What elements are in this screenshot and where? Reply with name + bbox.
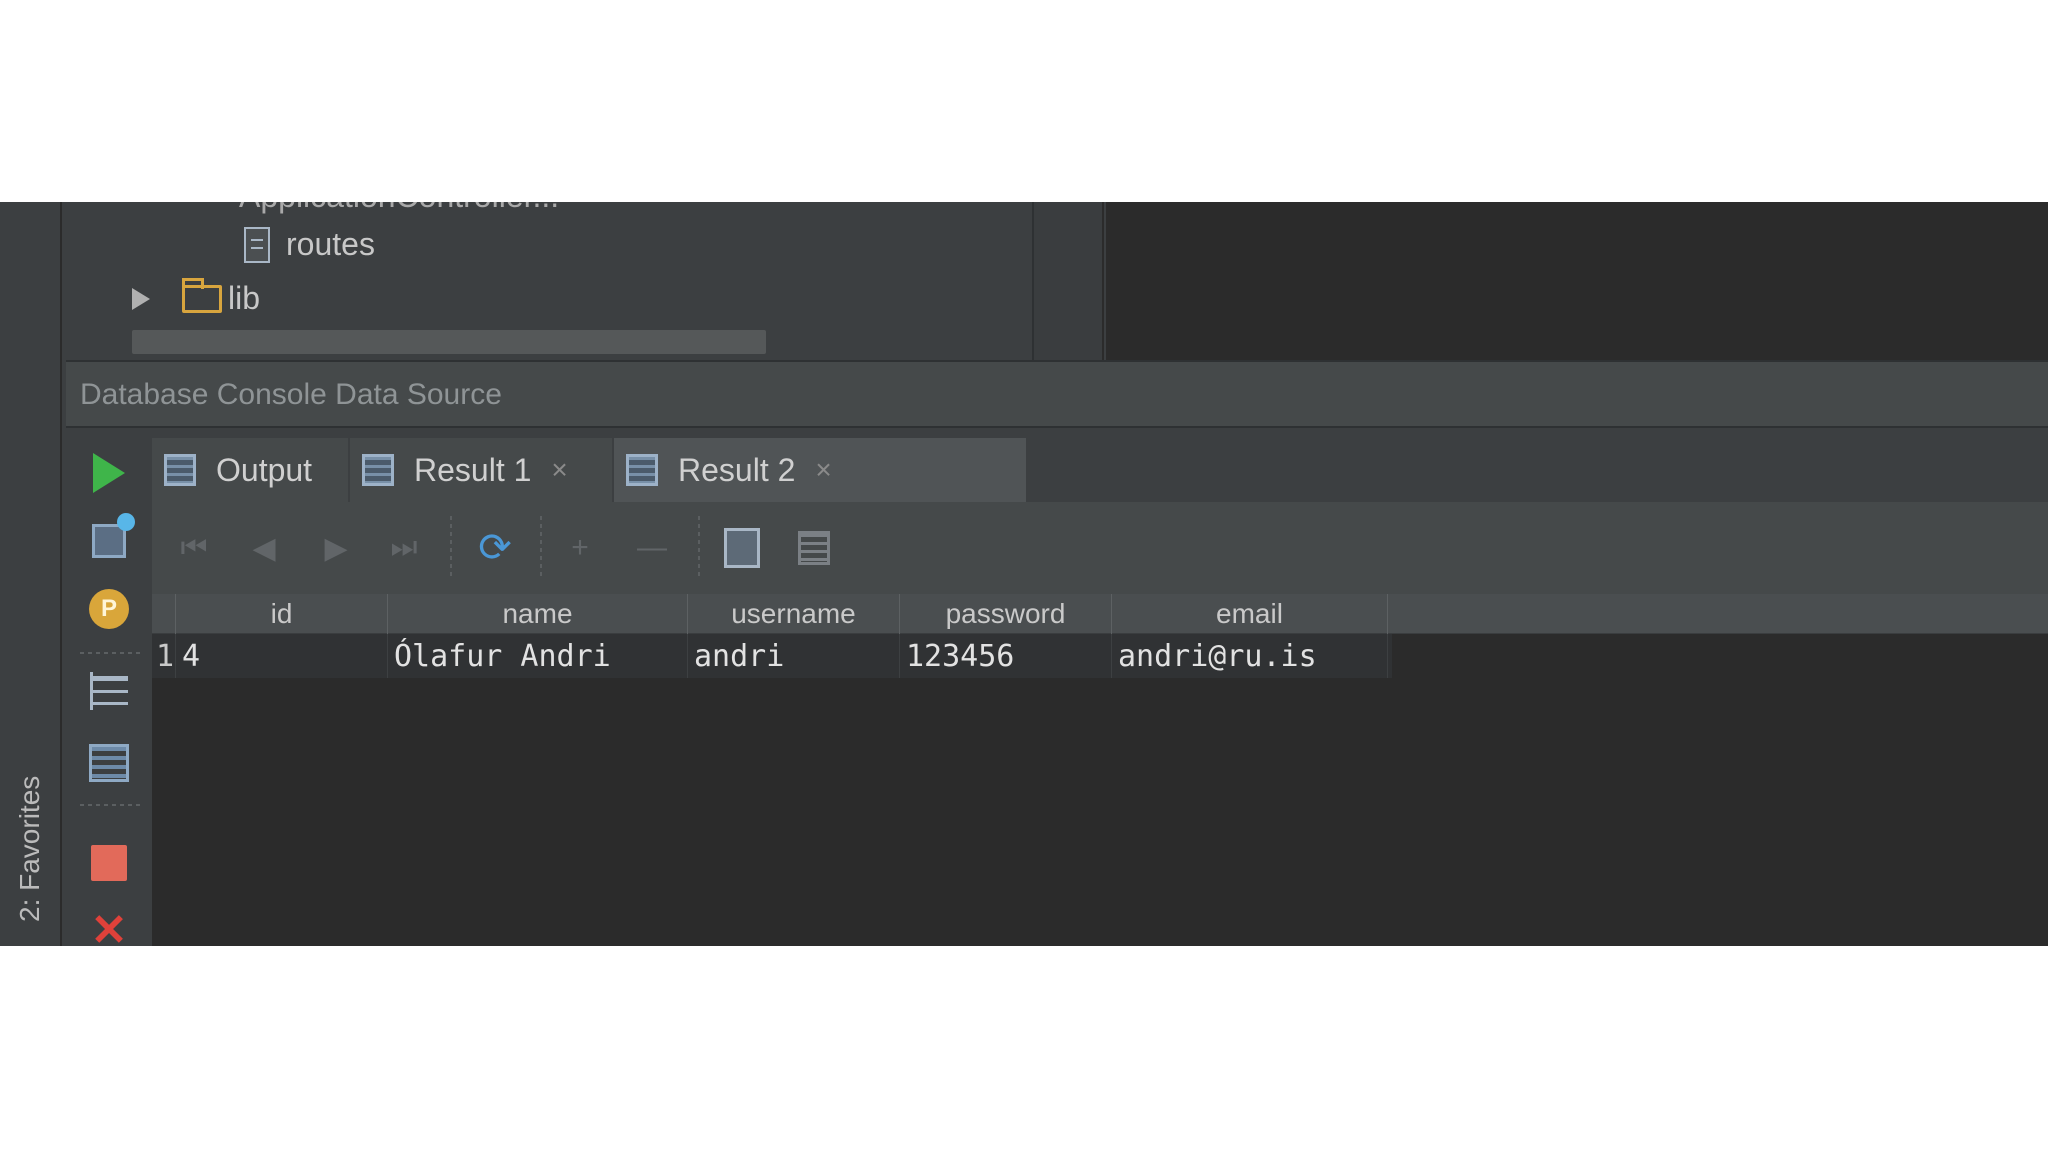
next-page-icon[interactable]: ▶ — [316, 528, 356, 568]
expand-arrow-icon[interactable] — [132, 287, 150, 310]
console-icon — [92, 513, 135, 558]
tree-icon — [90, 672, 128, 710]
layout-icon — [89, 744, 129, 782]
table-cell-password[interactable]: 123456 — [900, 634, 1112, 678]
result-tab-bar: Output Result 1 × Result 2 × — [152, 438, 2048, 502]
grid-header: id name username password email — [152, 594, 2048, 634]
grid-toolbar: ⏮ ◀ ▶ ⏭ ⟳ + — — [152, 502, 2048, 594]
favorites-tool-window-button[interactable]: 2: Favorites — [14, 776, 46, 922]
tree-item-label: lib — [228, 280, 261, 316]
previous-page-icon[interactable]: ◀ — [244, 528, 284, 568]
result-grid: id name username password email 1 4 Ólaf… — [152, 594, 2048, 946]
tab-close-icon[interactable]: × — [551, 454, 567, 486]
tab-result-1[interactable]: Result 1 × — [350, 438, 612, 502]
tab-label: Result 1 — [414, 451, 532, 488]
copy-icon — [724, 528, 760, 568]
tab-result-2[interactable]: Result 2 × — [614, 438, 1026, 502]
tab-label: Result 2 — [678, 451, 796, 488]
tree-item-label: ApplicationController... — [239, 202, 559, 215]
project-tree: ApplicationController... routes lib — [64, 202, 1032, 360]
p-badge-icon: P — [89, 589, 129, 629]
tree-item-routes[interactable]: routes — [244, 226, 375, 263]
column-header-username[interactable]: username — [688, 594, 900, 634]
column-header-email[interactable]: email — [1112, 594, 1388, 634]
parameters-button[interactable]: P — [86, 586, 132, 632]
stop-icon — [91, 845, 127, 881]
tab-close-icon[interactable]: × — [815, 454, 831, 486]
toolbar-separator — [450, 516, 452, 580]
run-button[interactable] — [86, 450, 132, 496]
output-icon — [164, 454, 196, 486]
table-icon — [626, 454, 658, 486]
copy-button[interactable] — [718, 528, 766, 568]
toolbar-separator — [80, 804, 140, 806]
editor-gutter — [1034, 202, 1104, 360]
add-row-icon[interactable]: + — [560, 528, 600, 568]
row-number: 1 — [152, 634, 176, 678]
last-page-icon[interactable]: ⏭ — [382, 528, 426, 568]
run-icon — [93, 453, 125, 493]
save-icon — [798, 531, 830, 565]
table-cell-id[interactable]: 4 — [176, 634, 388, 678]
file-icon — [244, 226, 270, 263]
folder-icon — [182, 277, 222, 313]
column-header-id[interactable]: id — [176, 594, 388, 634]
tree-item-cut-off[interactable]: ApplicationController... — [239, 202, 559, 215]
toolbar-separator — [698, 516, 700, 580]
layout-button[interactable] — [86, 740, 132, 786]
tab-label: Output — [216, 451, 313, 488]
stop-button[interactable] — [86, 840, 132, 886]
left-tool-strip: 2: Favorites — [0, 202, 62, 946]
first-page-icon[interactable]: ⏮ — [174, 528, 214, 568]
table-row[interactable]: 1 4 Ólafur Andri andri 123456 andri@ru.i… — [152, 634, 1392, 678]
column-header-password[interactable]: password — [900, 594, 1112, 634]
row-number-header — [152, 594, 176, 634]
editor-area[interactable] — [1106, 202, 2048, 360]
remove-row-icon[interactable]: — — [630, 528, 674, 568]
console-toolbar: P ✕ — [66, 428, 152, 946]
tree-item-lib[interactable]: lib — [132, 277, 261, 317]
open-console-button[interactable] — [86, 513, 135, 564]
tree-item-label: routes — [286, 226, 375, 262]
table-cell-username[interactable]: andri — [688, 634, 900, 678]
toolbar-separator — [80, 652, 140, 654]
tab-output[interactable]: Output — [152, 438, 348, 502]
toolbar-separator — [540, 516, 542, 580]
close-button[interactable]: ✕ — [86, 906, 132, 947]
column-header-name[interactable]: name — [388, 594, 688, 634]
table-icon — [362, 454, 394, 486]
table-cell-email[interactable]: andri@ru.is — [1112, 634, 1388, 678]
save-button[interactable] — [792, 528, 836, 568]
panel-title: Database Console Data Source — [80, 378, 502, 411]
close-icon: ✕ — [90, 906, 128, 947]
table-cell-name[interactable]: Ólafur Andri — [388, 634, 688, 678]
refresh-icon[interactable]: ⟳ — [470, 526, 520, 570]
structure-button[interactable] — [86, 668, 132, 714]
ide-window: 2: Favorites ApplicationController... ro… — [0, 202, 2048, 946]
horizontal-scrollbar[interactable] — [132, 330, 766, 354]
database-console-header: Database Console Data Source — [66, 360, 2048, 428]
